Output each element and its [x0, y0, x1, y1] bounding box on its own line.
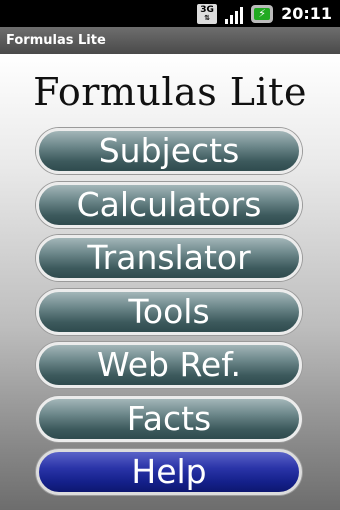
window-title-bar: Formulas Lite: [0, 27, 340, 54]
web-ref-button[interactable]: Web Ref.: [36, 342, 302, 388]
calculators-button[interactable]: Calculators: [36, 181, 302, 228]
window-title: Formulas Lite: [6, 33, 106, 48]
tools-button[interactable]: Tools: [36, 288, 302, 335]
battery-charging-icon: ⚡: [251, 4, 274, 23]
signal-strength-icon: [223, 4, 245, 24]
main-menu: Subjects Calculators Translator Tools We…: [36, 128, 302, 503]
status-bar: 3G ⇅ ⚡ 20:11: [0, 0, 340, 27]
subjects-button[interactable]: Subjects: [36, 128, 302, 174]
facts-button[interactable]: Facts: [36, 395, 302, 442]
network-3g-icon: 3G ⇅: [197, 3, 218, 24]
main-content: Formulas Lite Subjects Calculators Trans…: [0, 54, 340, 510]
status-clock: 20:11: [281, 4, 332, 23]
app-heading: Formulas Lite: [33, 70, 307, 114]
network-activity-arrows: ⇅: [204, 13, 210, 22]
translator-button[interactable]: Translator: [36, 235, 302, 281]
help-button[interactable]: Help: [36, 449, 302, 495]
